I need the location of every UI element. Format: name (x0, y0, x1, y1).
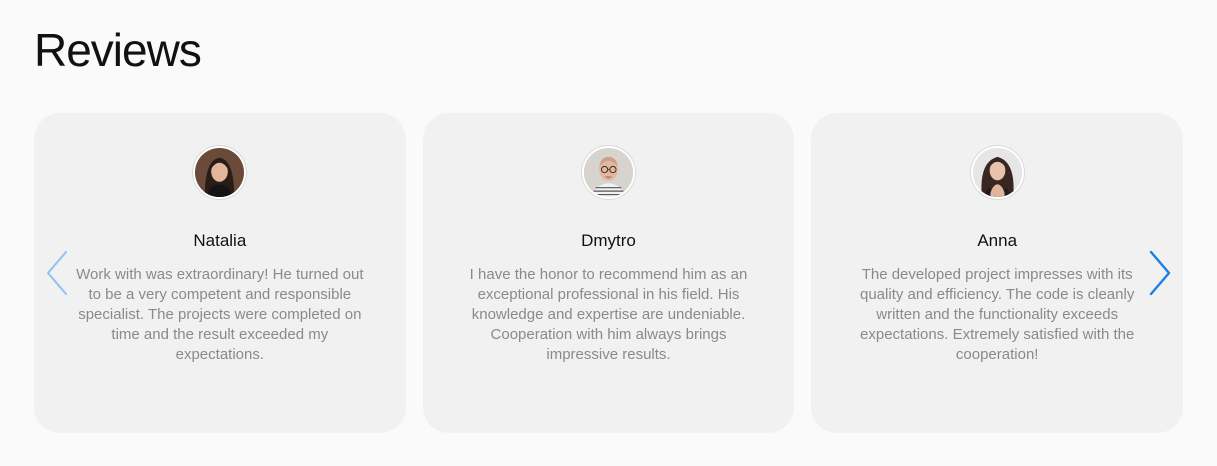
reviewer-name: Dmytro (581, 231, 636, 250)
chevron-right-icon (1149, 250, 1171, 296)
reviewer-name: Anna (977, 231, 1018, 250)
avatar-photo (972, 148, 1022, 197)
avatar (582, 146, 635, 199)
avatar-photo (584, 148, 633, 197)
review-text: I have the honor to recommend him as an … (469, 266, 748, 363)
avatar (193, 146, 247, 199)
avatar (970, 146, 1024, 199)
review-text: The developed project impresses with its… (860, 266, 1135, 363)
next-button[interactable] (1145, 250, 1175, 296)
reviews-carousel: Natalia Work with was extraordinary! He … (34, 113, 1184, 433)
reviewer-name: Natalia (193, 231, 247, 250)
previous-button[interactable] (42, 250, 72, 296)
reviews-section: Reviews Natalia Work with was extraordin… (0, 0, 1217, 466)
review-text: Work with was extraordinary! He turned o… (76, 266, 364, 363)
review-card: Natalia Work with was extraordinary! He … (34, 113, 406, 433)
chevron-left-icon (47, 251, 67, 295)
review-card: Anna The developed project impresses wit… (811, 113, 1184, 433)
avatar-photo (195, 148, 245, 197)
review-card: Dmytro I have the honor to recommend him… (422, 113, 795, 433)
section-title: Reviews (34, 24, 202, 76)
